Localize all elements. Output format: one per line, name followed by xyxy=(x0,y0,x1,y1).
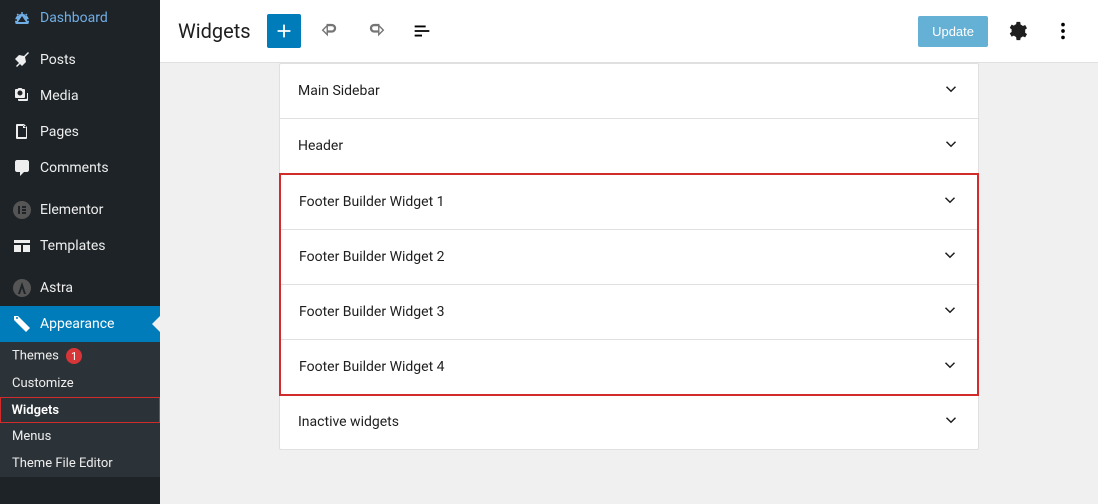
page-title: Widgets xyxy=(178,19,251,43)
sidebar-item-media[interactable]: Media xyxy=(0,78,160,114)
widget-area-footer-4[interactable]: Footer Builder Widget 4 xyxy=(281,340,977,394)
dashboard-icon xyxy=(12,8,32,28)
sidebar-item-label: Pages xyxy=(40,124,79,140)
widget-area-title: Inactive widgets xyxy=(298,414,399,430)
update-button[interactable]: Update xyxy=(918,16,988,47)
settings-button[interactable] xyxy=(1000,14,1034,48)
submenu-item-label: Menus xyxy=(12,429,51,444)
highlighted-widget-group: Footer Builder Widget 1 Footer Builder W… xyxy=(279,173,979,396)
sidebar-item-label: Dashboard xyxy=(40,10,108,26)
chevron-down-icon xyxy=(941,191,959,213)
widget-area-footer-1[interactable]: Footer Builder Widget 1 xyxy=(281,175,977,230)
sidebar-item-comments[interactable]: Comments xyxy=(0,150,160,186)
appearance-icon xyxy=(12,314,32,334)
widget-content: Main Sidebar Header Footer Builder Widge… xyxy=(160,63,1098,504)
chevron-down-icon xyxy=(941,301,959,323)
submenu-item-widgets[interactable]: Widgets xyxy=(0,397,160,423)
widget-areas-list: Main Sidebar Header Footer Builder Widge… xyxy=(279,63,979,450)
sidebar-item-label: Posts xyxy=(40,52,76,68)
undo-button[interactable] xyxy=(313,14,347,48)
widget-area-main-sidebar[interactable]: Main Sidebar xyxy=(280,64,978,119)
submenu-item-label: Theme File Editor xyxy=(12,456,113,471)
sidebar-item-label: Comments xyxy=(40,160,109,176)
submenu-item-label: Customize xyxy=(12,376,74,391)
templates-icon xyxy=(12,236,32,256)
admin-sidebar: Dashboard Posts Media Pages Comments Ele… xyxy=(0,0,160,504)
widget-area-title: Footer Builder Widget 4 xyxy=(299,359,445,375)
chevron-down-icon xyxy=(942,80,960,102)
sidebar-item-posts[interactable]: Posts xyxy=(0,42,160,78)
elementor-icon xyxy=(12,200,32,220)
chevron-down-icon xyxy=(941,246,959,268)
widget-area-title: Footer Builder Widget 1 xyxy=(299,194,445,210)
submenu-item-themes[interactable]: Themes 1 xyxy=(0,342,160,370)
widget-area-header[interactable]: Header xyxy=(280,119,978,174)
astra-icon xyxy=(12,278,32,298)
widget-area-title: Header xyxy=(298,138,343,154)
options-button[interactable] xyxy=(1046,14,1080,48)
badge-count: 1 xyxy=(66,348,82,364)
sidebar-item-label: Astra xyxy=(40,280,73,296)
widget-area-footer-2[interactable]: Footer Builder Widget 2 xyxy=(281,230,977,285)
chevron-down-icon xyxy=(941,356,959,378)
main-panel: Widgets Update Main Sidebar Header xyxy=(160,0,1098,504)
submenu-item-customize[interactable]: Customize xyxy=(0,370,160,397)
submenu-item-label: Widgets xyxy=(12,403,60,418)
page-icon xyxy=(12,122,32,142)
sidebar-item-appearance[interactable]: Appearance xyxy=(0,306,160,342)
list-view-button[interactable] xyxy=(405,14,439,48)
redo-button[interactable] xyxy=(359,14,393,48)
comment-icon xyxy=(12,158,32,178)
sidebar-item-label: Elementor xyxy=(40,202,103,218)
widget-area-title: Footer Builder Widget 3 xyxy=(299,304,445,320)
widget-area-title: Main Sidebar xyxy=(298,83,380,99)
widget-area-title: Footer Builder Widget 2 xyxy=(299,249,445,265)
sidebar-item-astra[interactable]: Astra xyxy=(0,270,160,306)
sidebar-item-pages[interactable]: Pages xyxy=(0,114,160,150)
sidebar-item-label: Templates xyxy=(40,238,106,254)
widget-area-footer-3[interactable]: Footer Builder Widget 3 xyxy=(281,285,977,340)
sidebar-item-label: Appearance xyxy=(40,316,114,332)
chevron-down-icon xyxy=(942,411,960,433)
sidebar-item-label: Media xyxy=(40,88,79,104)
add-block-button[interactable] xyxy=(267,14,301,48)
widget-area-inactive[interactable]: Inactive widgets xyxy=(280,395,978,449)
chevron-down-icon xyxy=(942,135,960,157)
appearance-submenu: Themes 1 Customize Widgets Menus Theme F… xyxy=(0,342,160,477)
pin-icon xyxy=(12,50,32,70)
media-icon xyxy=(12,86,32,106)
submenu-item-theme-file-editor[interactable]: Theme File Editor xyxy=(0,450,160,477)
sidebar-item-dashboard[interactable]: Dashboard xyxy=(0,0,160,36)
submenu-item-label: Themes xyxy=(12,349,59,364)
editor-toolbar: Widgets Update xyxy=(160,0,1098,63)
submenu-item-menus[interactable]: Menus xyxy=(0,423,160,450)
sidebar-item-templates[interactable]: Templates xyxy=(0,228,160,264)
sidebar-item-elementor[interactable]: Elementor xyxy=(0,192,160,228)
